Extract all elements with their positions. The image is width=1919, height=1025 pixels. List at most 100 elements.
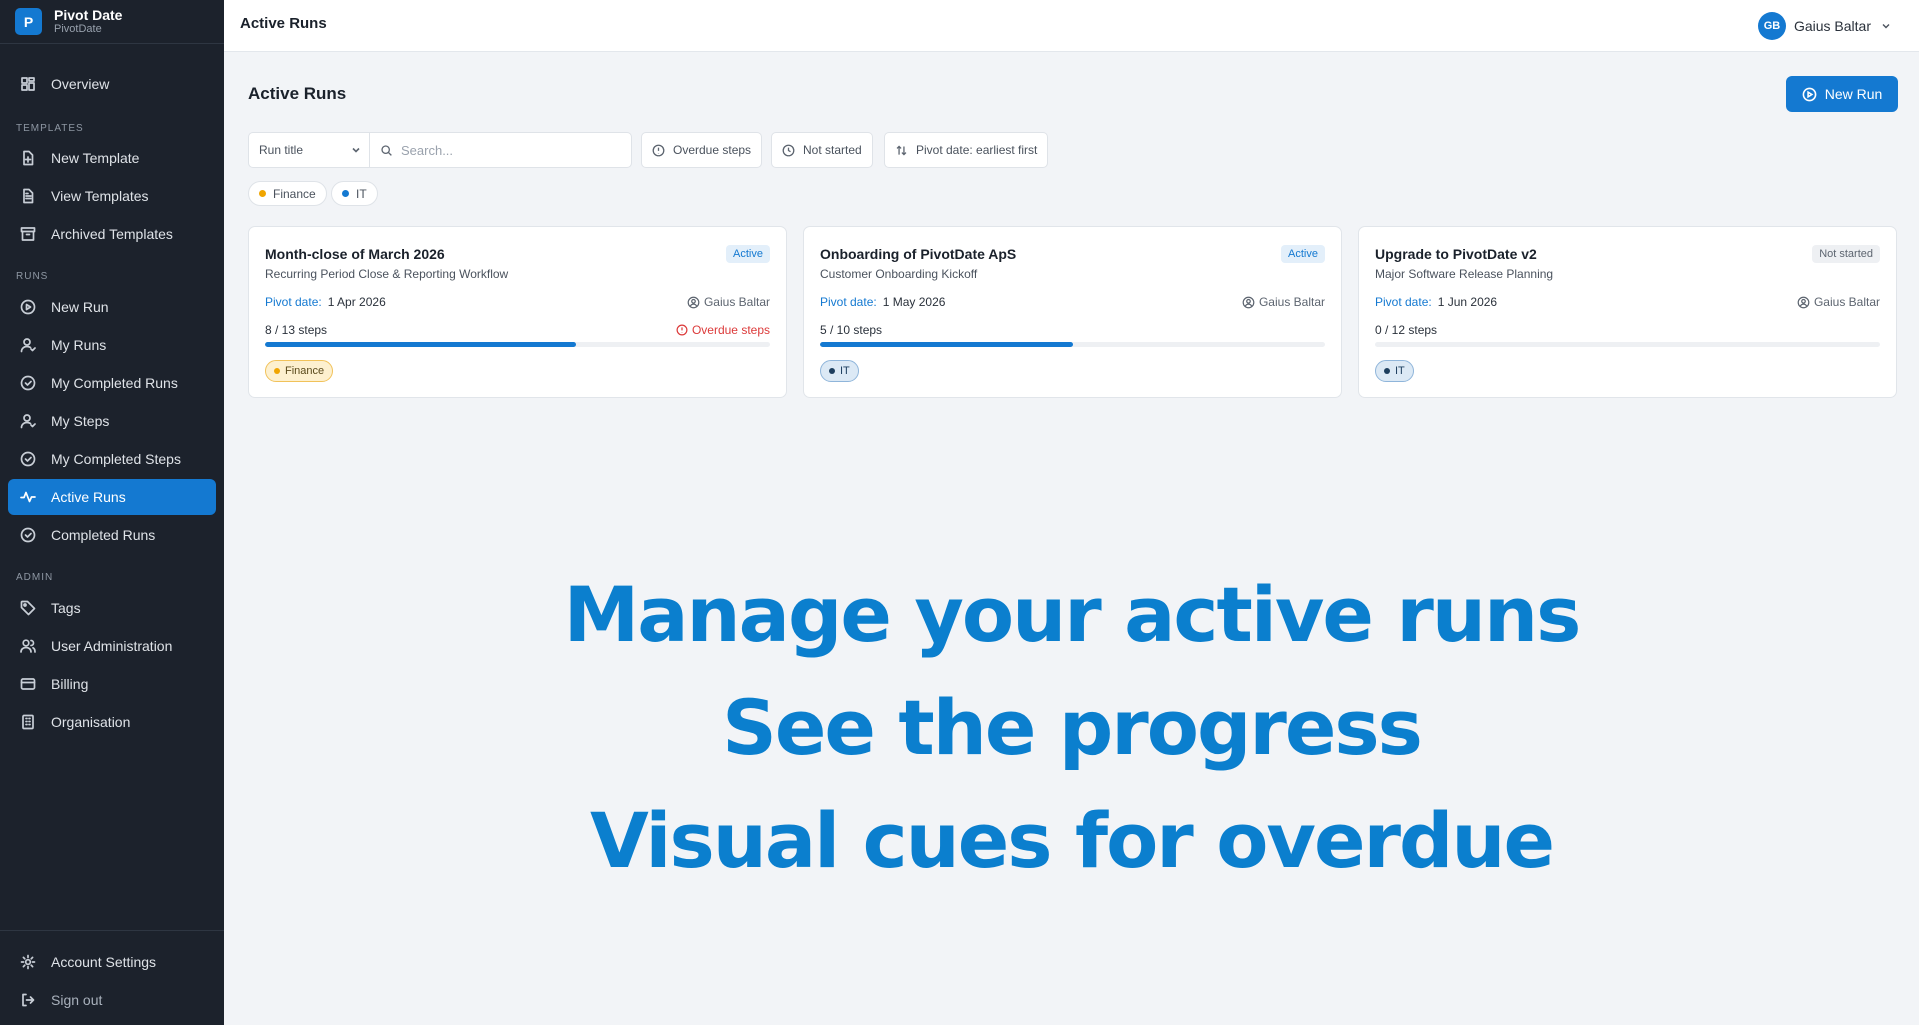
sidebar-item-new-template[interactable]: New Template bbox=[8, 140, 216, 176]
search-field-select[interactable]: Run title bbox=[248, 132, 370, 168]
sidebar-item-active-runs[interactable]: Active Runs bbox=[8, 479, 216, 515]
sidebar-item-sign-out[interactable]: Sign out bbox=[8, 982, 216, 1018]
brand-logo: P bbox=[15, 8, 42, 35]
users-icon bbox=[20, 639, 36, 653]
run-card[interactable]: Upgrade to PivotDate v2 Major Software R… bbox=[1358, 226, 1897, 398]
user-circle-icon bbox=[687, 296, 700, 308]
pivot-date-value: 1 Jun 2026 bbox=[1437, 295, 1498, 309]
hero-line-1: Manage your active runs bbox=[563, 570, 1582, 659]
page-title: Active Runs bbox=[248, 84, 347, 103]
sidebar-item-completed-runs[interactable]: Completed Runs bbox=[8, 517, 216, 553]
run-title: Upgrade to PivotDate v2 bbox=[1375, 246, 1537, 262]
alert-circle-icon bbox=[676, 324, 688, 336]
tag-label: Finance bbox=[273, 186, 316, 201]
search-input[interactable]: Search... bbox=[369, 132, 632, 168]
file-text-icon bbox=[23, 188, 34, 204]
progress-bar bbox=[820, 342, 1325, 347]
play-circle-icon bbox=[1802, 87, 1817, 101]
sidebar-item-label: My Completed Steps bbox=[51, 451, 181, 467]
sidebar-item-my-runs[interactable]: My Runs bbox=[8, 327, 216, 363]
owner-name: Gaius Baltar bbox=[703, 295, 770, 309]
archive-icon bbox=[20, 227, 36, 241]
chevron-down-icon bbox=[352, 147, 360, 153]
tag-filter-finance[interactable]: Finance bbox=[248, 181, 327, 206]
sidebar-item-label: Account Settings bbox=[51, 954, 157, 970]
pivot-date-value: 1 Apr 2026 bbox=[327, 295, 386, 309]
steps-count: 5 / 10 steps bbox=[820, 323, 883, 337]
section-runs: RUNS bbox=[16, 271, 49, 282]
brand[interactable]: P Pivot Date PivotDate bbox=[0, 0, 224, 44]
building-icon bbox=[22, 714, 34, 730]
pivot-date-label: Pivot date: bbox=[1375, 295, 1432, 309]
progress-fill bbox=[265, 342, 576, 347]
sidebar-item-account-settings[interactable]: Account Settings bbox=[8, 944, 216, 980]
run-card[interactable]: Month-close of March 2026 Recurring Peri… bbox=[248, 226, 787, 398]
tag-dot bbox=[259, 190, 266, 197]
sidebar: P Pivot Date PivotDate Overview TEMPLATE… bbox=[0, 0, 224, 1025]
sort-button[interactable]: Pivot date: earliest first bbox=[884, 132, 1049, 168]
hero-line-3: Visual cues for overdue bbox=[589, 796, 1555, 885]
sidebar-item-my-completed-runs[interactable]: My Completed Runs bbox=[8, 365, 216, 401]
search-icon bbox=[381, 144, 392, 156]
card-tag-label: IT bbox=[840, 365, 850, 377]
pivot-date-label: Pivot date: bbox=[265, 295, 322, 309]
topbar-title: Active Runs bbox=[240, 15, 327, 32]
new-run-label: New Run bbox=[1824, 86, 1883, 102]
check-circle-icon bbox=[20, 527, 36, 543]
run-owner: Gaius Baltar bbox=[687, 295, 770, 309]
search-field-value: Run title bbox=[259, 143, 304, 157]
credit-card-icon bbox=[20, 678, 36, 690]
sidebar-item-label: Overview bbox=[51, 76, 110, 92]
overdue-label: Overdue steps bbox=[691, 323, 770, 337]
overdue-steps-filter[interactable]: Overdue steps bbox=[641, 132, 763, 168]
tag-label: IT bbox=[356, 186, 367, 201]
sidebar-item-tags[interactable]: Tags bbox=[8, 590, 216, 626]
new-run-button[interactable]: New Run bbox=[1786, 76, 1898, 112]
not-started-filter[interactable]: Not started bbox=[771, 132, 873, 168]
sidebar-item-user-administration[interactable]: User Administration bbox=[8, 628, 216, 664]
progress-fill bbox=[820, 342, 1073, 347]
sidebar-divider bbox=[0, 930, 224, 931]
chevron-down-icon bbox=[1882, 24, 1890, 29]
brand-subtitle: PivotDate bbox=[54, 23, 102, 35]
user-menu[interactable]: GB Gaius Baltar bbox=[1757, 12, 1891, 40]
sidebar-item-label: Active Runs bbox=[51, 489, 126, 505]
sidebar-item-my-completed-steps[interactable]: My Completed Steps bbox=[8, 441, 216, 477]
sidebar-item-overview[interactable]: Overview bbox=[8, 66, 216, 102]
pivot-date: Pivot date: 1 May 2026 bbox=[820, 295, 945, 309]
not-started-label: Not started bbox=[803, 143, 862, 157]
sort-label: Pivot date: earliest first bbox=[916, 143, 1038, 157]
sidebar-item-archived-templates[interactable]: Archived Templates bbox=[8, 216, 216, 252]
run-owner: Gaius Baltar bbox=[1797, 295, 1880, 309]
topbar: Active Runs GB Gaius Baltar bbox=[224, 0, 1919, 52]
tag-dot bbox=[342, 190, 349, 197]
run-template: Major Software Release Planning bbox=[1375, 267, 1554, 281]
section-templates: TEMPLATES bbox=[16, 123, 84, 134]
tag-filter-it[interactable]: IT bbox=[331, 181, 378, 206]
sidebar-item-label: My Runs bbox=[51, 337, 107, 353]
card-tag-label: Finance bbox=[285, 365, 325, 377]
status-badge: Active bbox=[1281, 245, 1325, 263]
owner-name: Gaius Baltar bbox=[1813, 295, 1880, 309]
tag-dot bbox=[829, 368, 835, 374]
card-tag: Finance bbox=[265, 360, 334, 382]
owner-name: Gaius Baltar bbox=[1258, 295, 1325, 309]
sidebar-item-label: Completed Runs bbox=[51, 527, 156, 543]
sidebar-item-label: New Template bbox=[51, 150, 140, 166]
run-card[interactable]: Onboarding of PivotDate ApS Customer Onb… bbox=[803, 226, 1342, 398]
sidebar-item-billing[interactable]: Billing bbox=[8, 666, 216, 702]
sidebar-item-new-run[interactable]: New Run bbox=[8, 289, 216, 325]
user-check-icon bbox=[20, 414, 36, 429]
sidebar-item-label: Tags bbox=[51, 600, 81, 616]
sidebar-item-organisation[interactable]: Organisation bbox=[8, 704, 216, 740]
section-admin: ADMIN bbox=[16, 572, 54, 583]
run-template: Recurring Period Close & Reporting Workf… bbox=[265, 267, 509, 281]
gear-icon bbox=[20, 954, 36, 970]
steps-count: 8 / 13 steps bbox=[265, 323, 328, 337]
sidebar-item-view-templates[interactable]: View Templates bbox=[8, 178, 216, 214]
log-out-icon bbox=[22, 993, 35, 1007]
sidebar-item-label: Billing bbox=[51, 676, 89, 692]
run-title: Onboarding of PivotDate ApS bbox=[820, 246, 1017, 262]
sidebar-item-label: My Steps bbox=[51, 413, 110, 429]
sidebar-item-my-steps[interactable]: My Steps bbox=[8, 403, 216, 439]
